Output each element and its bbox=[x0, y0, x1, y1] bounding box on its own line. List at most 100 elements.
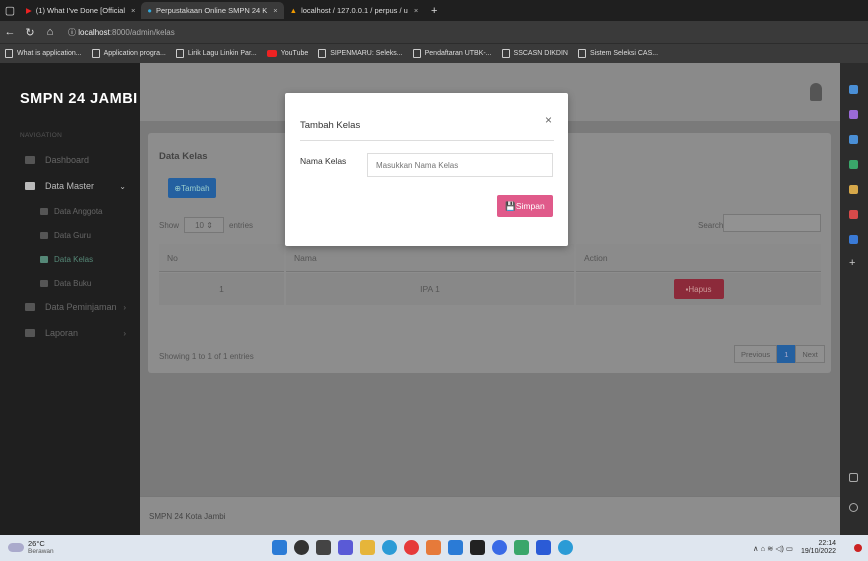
weather-widget[interactable]: 26°C Berawan bbox=[8, 539, 54, 555]
tab-phpmyadmin[interactable]: ▲ localhost / 127.0.0.1 / perpus / u × bbox=[284, 2, 425, 19]
entries-label: entries bbox=[229, 220, 254, 230]
sidebar-item-label: Data Buku bbox=[54, 278, 92, 288]
start-icon[interactable] bbox=[272, 540, 287, 555]
page-1-button[interactable]: 1 bbox=[777, 345, 796, 363]
page-icon bbox=[318, 49, 327, 58]
report-icon bbox=[25, 329, 35, 337]
table-icon bbox=[25, 182, 35, 190]
page-icon bbox=[578, 49, 586, 58]
tools-icon[interactable] bbox=[849, 135, 858, 144]
sidebar-item-label: Data Peminjaman bbox=[45, 302, 117, 312]
tab-youtube[interactable]: ▶ (1) What I've Done [Official × bbox=[20, 2, 141, 19]
games-icon[interactable] bbox=[849, 160, 858, 169]
browser-icon[interactable] bbox=[558, 540, 573, 555]
previous-button[interactable]: Previous bbox=[734, 345, 778, 363]
file-explorer-icon[interactable] bbox=[360, 540, 375, 555]
taskbar-apps bbox=[272, 540, 580, 555]
bookmark-label: SSCASN DIKDIN bbox=[513, 50, 568, 57]
sidebar-item-data-anggota[interactable]: Data Anggota bbox=[0, 199, 140, 223]
bookmark[interactable]: Application progra... bbox=[91, 49, 166, 58]
teacher-icon bbox=[40, 231, 48, 239]
nama-kelas-input[interactable] bbox=[367, 153, 553, 177]
terminal-icon[interactable] bbox=[470, 540, 485, 555]
dashboard-icon bbox=[25, 156, 35, 164]
table-cell-no: 1 bbox=[159, 273, 284, 305]
url-host: localhost bbox=[78, 27, 110, 37]
notification-icon[interactable] bbox=[854, 544, 862, 552]
tab-label: (1) What I've Done [Official bbox=[35, 6, 126, 15]
sidebar-toggle-icon[interactable] bbox=[849, 473, 858, 482]
column-header-no[interactable]: No bbox=[159, 244, 284, 272]
add-icon[interactable]: + bbox=[849, 257, 858, 269]
chrome-icon[interactable] bbox=[404, 540, 419, 555]
sidebar-item-data-peminjaman[interactable]: Data Peminjaman › bbox=[0, 295, 140, 319]
sidebar-item-data-master[interactable]: Data Master ⌄ bbox=[0, 174, 140, 198]
bookmark[interactable]: Pendaftaran UTBK-... bbox=[412, 49, 492, 58]
close-tab-icon[interactable]: × bbox=[131, 6, 135, 15]
page-icon bbox=[5, 49, 13, 58]
save-button[interactable]: 💾 Simpan bbox=[497, 195, 553, 217]
system-tray[interactable]: ∧ ⌂ ≋ ◁) ▭ bbox=[753, 544, 793, 553]
notes-icon[interactable] bbox=[514, 540, 529, 555]
bookmark-label: What is application... bbox=[17, 50, 82, 57]
chat-icon[interactable] bbox=[338, 540, 353, 555]
back-icon[interactable]: ← bbox=[0, 26, 20, 38]
task-view-icon[interactable] bbox=[316, 540, 331, 555]
new-tab-button[interactable]: + bbox=[424, 5, 444, 17]
next-button[interactable]: Next bbox=[795, 345, 825, 363]
sidebar-item-data-guru[interactable]: Data Guru bbox=[0, 223, 140, 247]
search-icon[interactable] bbox=[294, 540, 309, 555]
bookmark[interactable]: Sistem Seleksi CAS... bbox=[578, 49, 658, 58]
refresh-icon[interactable]: ↻ bbox=[20, 26, 40, 39]
close-tab-icon[interactable]: × bbox=[414, 6, 418, 15]
tab-actions-icon[interactable]: ▢ bbox=[0, 4, 20, 17]
vscode-icon[interactable] bbox=[448, 540, 463, 555]
close-tab-icon[interactable]: × bbox=[273, 6, 277, 15]
table-cell-action: ▪ Hapus bbox=[576, 273, 821, 305]
tab-perpustakaan[interactable]: ● Perpustakaan Online SMPN 24 K × bbox=[141, 2, 284, 19]
edge-icon[interactable] bbox=[382, 540, 397, 555]
sidebar: SMPN 24 JAMBI NAVIGATION Dashboard Data … bbox=[0, 63, 140, 535]
outlook-icon[interactable] bbox=[849, 210, 858, 219]
delete-button[interactable]: ▪ Hapus bbox=[673, 279, 724, 299]
app-icon[interactable] bbox=[849, 235, 858, 244]
column-header-action[interactable]: Action bbox=[576, 244, 821, 272]
search-input[interactable] bbox=[723, 214, 821, 232]
delete-button-label: Hapus bbox=[688, 284, 712, 294]
page-icon bbox=[501, 49, 510, 58]
home-icon[interactable]: ⌂ bbox=[40, 26, 60, 38]
settings-icon[interactable] bbox=[849, 503, 858, 512]
url-field[interactable]: ⓘ localhost:8000/admin/kelas bbox=[68, 27, 175, 38]
bookmark[interactable]: What is application... bbox=[5, 49, 82, 58]
brand-title[interactable]: SMPN 24 JAMBI bbox=[20, 91, 138, 107]
search-icon[interactable] bbox=[849, 85, 858, 94]
bookmark[interactable]: SIPENMARU: Seleks... bbox=[318, 49, 403, 58]
sidebar-item-data-kelas[interactable]: Data Kelas bbox=[0, 247, 140, 271]
close-icon[interactable]: × bbox=[545, 113, 552, 127]
date: 19/10/2022 bbox=[800, 548, 836, 555]
avatar[interactable] bbox=[810, 83, 822, 101]
xampp-icon[interactable] bbox=[426, 540, 441, 555]
shopping-icon[interactable] bbox=[849, 110, 858, 119]
entries-select[interactable]: 10 ⇕ bbox=[184, 217, 225, 233]
tab-label: localhost / 127.0.0.1 / perpus / u bbox=[301, 6, 408, 15]
plus-icon: ⊕ bbox=[174, 183, 182, 193]
sidebar-item-laporan[interactable]: Laporan › bbox=[0, 321, 140, 345]
footer: SMPN 24 Kota Jambi bbox=[140, 496, 840, 535]
app-icon[interactable] bbox=[492, 540, 507, 555]
column-header-nama[interactable]: Nama bbox=[286, 244, 574, 272]
bookmark[interactable]: Lirik Lagu Linkin Par... bbox=[175, 49, 257, 58]
sidebar-item-label: Data Guru bbox=[54, 230, 91, 240]
bookmark[interactable]: YouTube bbox=[266, 50, 308, 57]
bookmark-label: Lirik Lagu Linkin Par... bbox=[187, 50, 257, 57]
clock[interactable]: 22:14 19/10/2022 bbox=[801, 540, 836, 556]
info-icon: ⓘ bbox=[68, 27, 79, 37]
bookmark[interactable]: SSCASN DIKDIN bbox=[501, 49, 568, 58]
add-button[interactable]: ⊕ Tambah bbox=[168, 178, 216, 198]
sidebar-item-data-buku[interactable]: Data Buku bbox=[0, 271, 140, 295]
class-icon bbox=[40, 255, 48, 263]
office-icon[interactable] bbox=[849, 185, 858, 194]
add-button-label: Tambah bbox=[181, 183, 210, 193]
sidebar-item-dashboard[interactable]: Dashboard bbox=[0, 148, 140, 172]
word-icon[interactable] bbox=[536, 540, 551, 555]
